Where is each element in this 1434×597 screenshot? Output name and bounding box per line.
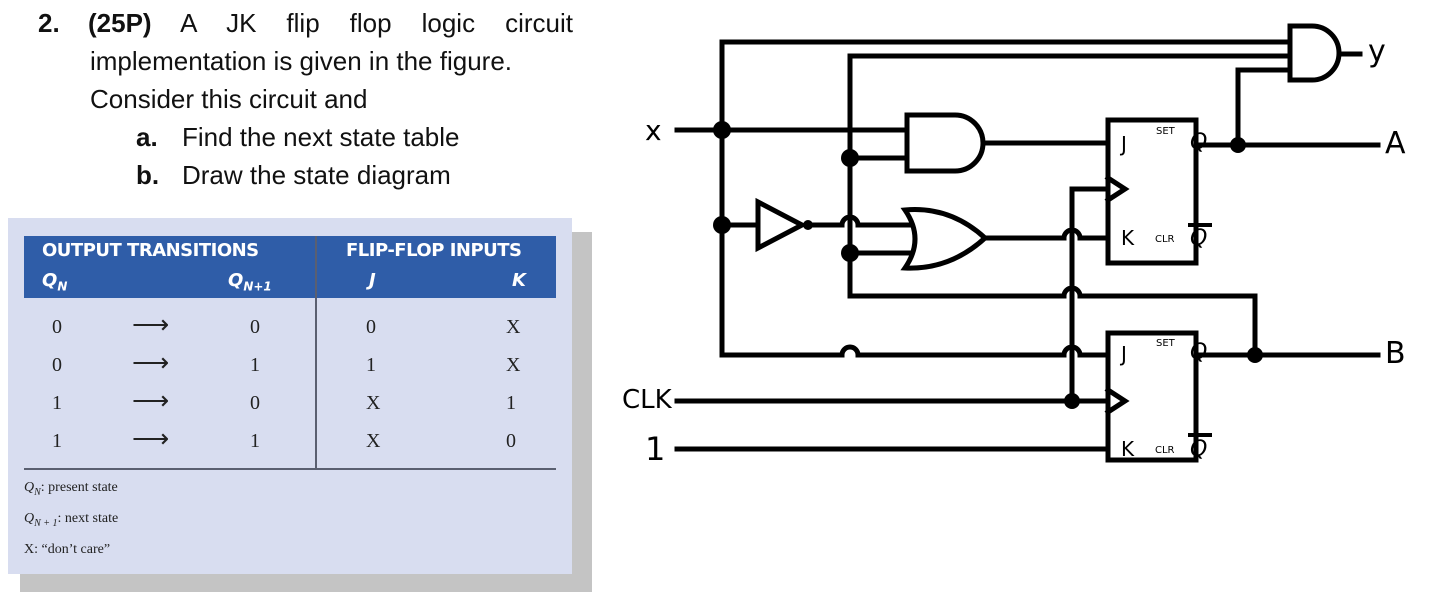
junction-qb [1247, 347, 1263, 363]
not-gate [755, 197, 808, 253]
ffb-pin-k: K [1121, 437, 1135, 461]
or-gate-ka [900, 207, 989, 271]
and-gate-y [1287, 23, 1342, 83]
ffa-pin-clr: CLR [1155, 234, 1175, 245]
wire-qa-to-y-and [1235, 67, 1293, 148]
ffb-pin-clr: CLR [1155, 445, 1175, 456]
ffa-pin-q: Q [1190, 130, 1208, 155]
output-label-b: B [1385, 336, 1406, 371]
wire-not-to-or [811, 214, 915, 228]
ffb-pin-q: Q [1190, 340, 1208, 365]
ffb-pin-set: SET [1156, 338, 1175, 349]
junction-x-top [713, 121, 731, 139]
wire-or-to-ka [982, 227, 1109, 241]
output-label-a: A [1385, 126, 1406, 161]
ffb-pin-j: J [1121, 342, 1127, 366]
ffa-pin-qbar: Q [1190, 226, 1208, 251]
ffa-pin-k: K [1121, 226, 1135, 250]
input-label-x: x [645, 114, 662, 147]
and-gate-ja [904, 112, 986, 174]
input-label-one: 1 [645, 430, 666, 468]
junction-b-or [841, 244, 859, 262]
ffa-pin-j: J [1121, 132, 1127, 156]
not-bubble [803, 220, 813, 230]
ffa-pin-set: SET [1156, 126, 1175, 137]
junction-x-not [713, 216, 731, 234]
junction-b-and [841, 149, 859, 167]
jk-circuit-diagram [674, 23, 1381, 463]
input-label-clk: CLK [622, 385, 672, 415]
junction-clk [1064, 393, 1080, 409]
junction-qa [1230, 137, 1246, 153]
ffb-pin-qbar: Q [1190, 437, 1208, 462]
output-label-y: y [1368, 34, 1386, 69]
wire-x-to-jb [719, 344, 1109, 358]
